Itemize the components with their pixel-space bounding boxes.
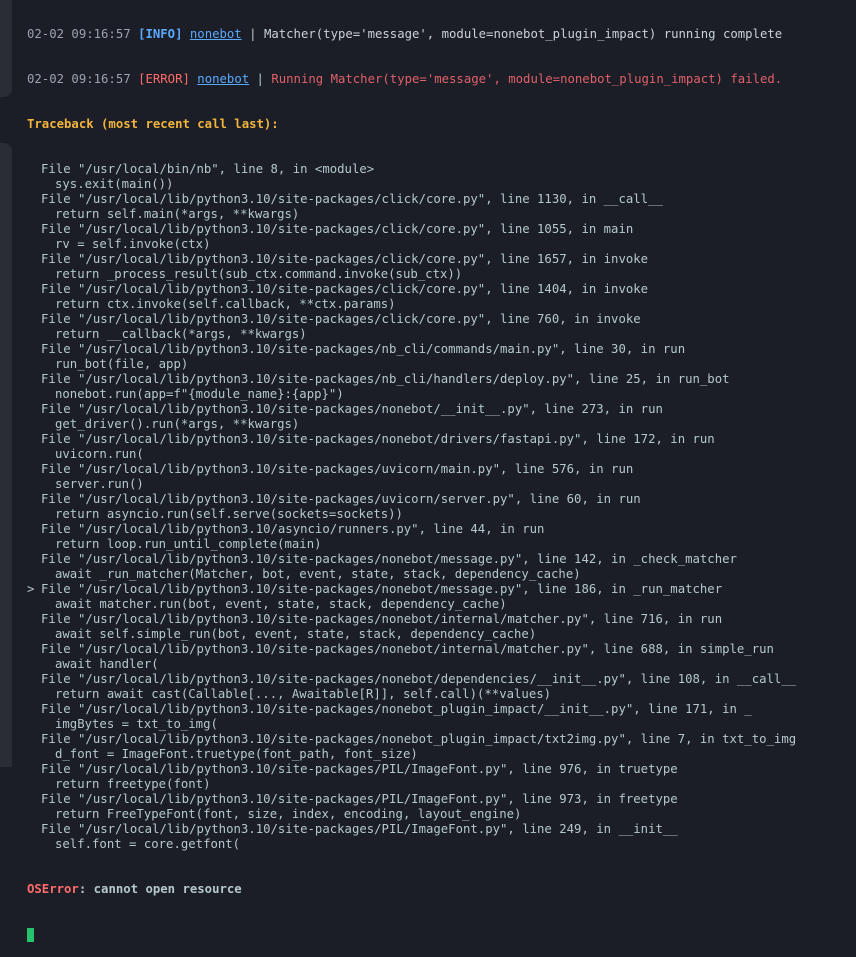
traceback-frame-code: return ctx.invoke(self.callback, **ctx.p… (55, 297, 396, 311)
traceback-frame-code: return __callback(*args, **kwargs) (55, 327, 307, 341)
log-level-info: [INFO] (138, 27, 183, 41)
log-line-info: 02-02 09:16:57 [INFO] nonebot | Matcher(… (27, 27, 856, 42)
logger-link[interactable]: nonebot (190, 27, 242, 41)
traceback-frame-file: File "/usr/local/bin/nb", line 8, in <mo… (27, 162, 856, 177)
traceback-frame-code: return loop.run_until_complete(main) (55, 537, 322, 551)
traceback-frame-file: File "/usr/local/lib/python3.10/site-pac… (27, 402, 856, 417)
exception-line: OSError: cannot open resource (27, 882, 856, 897)
traceback-frame-code: return _process_result(sub_ctx.command.i… (55, 267, 463, 281)
log-line-error: 02-02 09:16:57 [ERROR] nonebot | Running… (27, 72, 856, 87)
log-message: Matcher(type='message', module=nonebot_p… (263, 27, 783, 41)
frame-file-text: File "/usr/local/lib/python3.10/site-pac… (41, 702, 752, 716)
frame-file-text: File "/usr/local/lib/python3.10/site-pac… (41, 672, 797, 686)
traceback-frame-file: > File "/usr/local/lib/python3.10/site-pa… (27, 582, 856, 597)
traceback-frame-code: return asyncio.run(self.serve(sockets=so… (55, 507, 403, 521)
traceback-frame-file: File "/usr/local/lib/python3.10/site-pac… (27, 492, 856, 507)
prompt-line[interactable] (27, 927, 856, 942)
traceback-frame-file: File "/usr/local/lib/python3.10/asyncio/… (27, 522, 856, 537)
terminal-cursor (27, 927, 34, 942)
frame-file-text: File "/usr/local/lib/python3.10/site-pac… (41, 822, 678, 836)
traceback-frame-code: uvicorn.run( (55, 447, 144, 461)
frame-file-text: File "/usr/local/lib/python3.10/site-pac… (41, 552, 737, 566)
exception-name: OSError (27, 882, 79, 896)
frame-file-text: File "/usr/local/bin/nb", line 8, in <mo… (41, 162, 375, 176)
traceback-frames: File "/usr/local/bin/nb", line 8, in <mo… (27, 162, 856, 852)
traceback-frame-file: File "/usr/local/lib/python3.10/site-pac… (27, 762, 856, 777)
traceback-frame-file: File "/usr/local/lib/python3.10/site-pac… (27, 462, 856, 477)
traceback-frame-file: File "/usr/local/lib/python3.10/site-pac… (27, 342, 856, 357)
terminal-gutter-top (0, 0, 12, 97)
traceback-frame-code: server.run() (55, 477, 144, 491)
frame-file-text: File "/usr/local/lib/python3.10/site-pac… (41, 642, 774, 656)
traceback-frame-code: return FreeTypeFont(font, size, index, e… (55, 807, 522, 821)
traceback-frame-code: d_font = ImageFont.truetype(font_path, f… (55, 747, 418, 761)
frame-file-text: File "/usr/local/lib/python3.10/site-pac… (41, 582, 723, 596)
traceback-frame-file: File "/usr/local/lib/python3.10/site-pac… (27, 222, 856, 237)
current-frame-marker-icon: > (27, 582, 35, 596)
frame-file-text: File "/usr/local/lib/python3.10/site-pac… (41, 192, 663, 206)
frame-file-text: File "/usr/local/lib/python3.10/site-pac… (41, 432, 715, 446)
frame-file-text: File "/usr/local/lib/python3.10/site-pac… (41, 282, 649, 296)
traceback-frame-file: File "/usr/local/lib/python3.10/site-pac… (27, 312, 856, 327)
traceback-frame-file: File "/usr/local/lib/python3.10/site-pac… (27, 552, 856, 567)
frame-file-text: File "/usr/local/lib/python3.10/site-pac… (41, 492, 641, 506)
log-level-error: [ERROR] (138, 72, 190, 86)
traceback-frame-code: await matcher.run(bot, event, state, sta… (55, 597, 507, 611)
exception-message: : cannot open resource (78, 882, 242, 896)
frame-file-text: File "/usr/local/lib/python3.10/site-pac… (41, 762, 678, 776)
frame-file-text: File "/usr/local/lib/python3.10/site-pac… (41, 252, 649, 266)
traceback-frame-code: return await cast(Callable[..., Awaitabl… (55, 687, 552, 701)
frame-file-text: File "/usr/local/lib/python3.10/site-pac… (41, 462, 634, 476)
traceback-frame-code: rv = self.invoke(ctx) (55, 237, 211, 251)
traceback-frame-file: File "/usr/local/lib/python3.10/site-pac… (27, 372, 856, 387)
traceback-frame-file: File "/usr/local/lib/python3.10/site-pac… (27, 612, 856, 627)
traceback-frame-file: File "/usr/local/lib/python3.10/site-pac… (27, 432, 856, 447)
frame-file-text: File "/usr/local/lib/python3.10/site-pac… (41, 612, 723, 626)
frame-file-text: File "/usr/local/lib/python3.10/asyncio/… (41, 522, 545, 536)
traceback-frame-code: return freetype(font) (55, 777, 211, 791)
traceback-frame-file: File "/usr/local/lib/python3.10/site-pac… (27, 192, 856, 207)
traceback-frame-file: File "/usr/local/lib/python3.10/site-pac… (27, 672, 856, 687)
log-separator: | (256, 72, 264, 86)
traceback-frame-code: imgBytes = txt_to_img( (55, 717, 218, 731)
terminal-gutter-bottom (0, 143, 12, 767)
traceback-frame-code: nonebot.run(app=f"{module_name}:{app}") (55, 387, 344, 401)
frame-file-text: File "/usr/local/lib/python3.10/site-pac… (41, 222, 634, 236)
frame-file-text: File "/usr/local/lib/python3.10/site-pac… (41, 402, 663, 416)
log-separator: | (249, 27, 257, 41)
traceback-frame-code: sys.exit(main()) (55, 177, 174, 191)
traceback-frame-file: File "/usr/local/lib/python3.10/site-pac… (27, 702, 856, 717)
traceback-frame-code: await handler( (55, 657, 159, 671)
traceback-frame-code: run_bot(file, app) (55, 357, 189, 371)
frame-file-text: File "/usr/local/lib/python3.10/site-pac… (41, 732, 797, 746)
terminal-output[interactable]: 02-02 09:16:57 [INFO] nonebot | Matcher(… (27, 0, 856, 957)
traceback-frame-file: File "/usr/local/lib/python3.10/site-pac… (27, 642, 856, 657)
traceback-frame-file: File "/usr/local/lib/python3.10/site-pac… (27, 282, 856, 297)
frame-file-text: File "/usr/local/lib/python3.10/site-pac… (41, 792, 678, 806)
traceback-frame-file: File "/usr/local/lib/python3.10/site-pac… (27, 792, 856, 807)
frame-file-text: File "/usr/local/lib/python3.10/site-pac… (41, 342, 686, 356)
logger-link[interactable]: nonebot (197, 72, 249, 86)
traceback-frame-file: File "/usr/local/lib/python3.10/site-pac… (27, 822, 856, 837)
frame-file-text: File "/usr/local/lib/python3.10/site-pac… (41, 312, 641, 326)
traceback-frame-file: File "/usr/local/lib/python3.10/site-pac… (27, 252, 856, 267)
traceback-frame-code: await self.simple_run(bot, event, state,… (55, 627, 537, 641)
log-timestamp: 02-02 09:16:57 (27, 72, 131, 86)
traceback-frame-code: return self.main(*args, **kwargs) (55, 207, 300, 221)
traceback-frame-code: get_driver().run(*args, **kwargs) (55, 417, 300, 431)
traceback-frame-code: await _run_matcher(Matcher, bot, event, … (55, 567, 581, 581)
log-message: Running Matcher(type='message', module=n… (271, 72, 783, 86)
traceback-frame-file: File "/usr/local/lib/python3.10/site-pac… (27, 732, 856, 747)
log-timestamp: 02-02 09:16:57 (27, 27, 131, 41)
traceback-header: Traceback (most recent call last): (27, 117, 279, 131)
frame-file-text: File "/usr/local/lib/python3.10/site-pac… (41, 372, 730, 386)
traceback-frame-code: self.font = core.getfont( (55, 837, 241, 851)
